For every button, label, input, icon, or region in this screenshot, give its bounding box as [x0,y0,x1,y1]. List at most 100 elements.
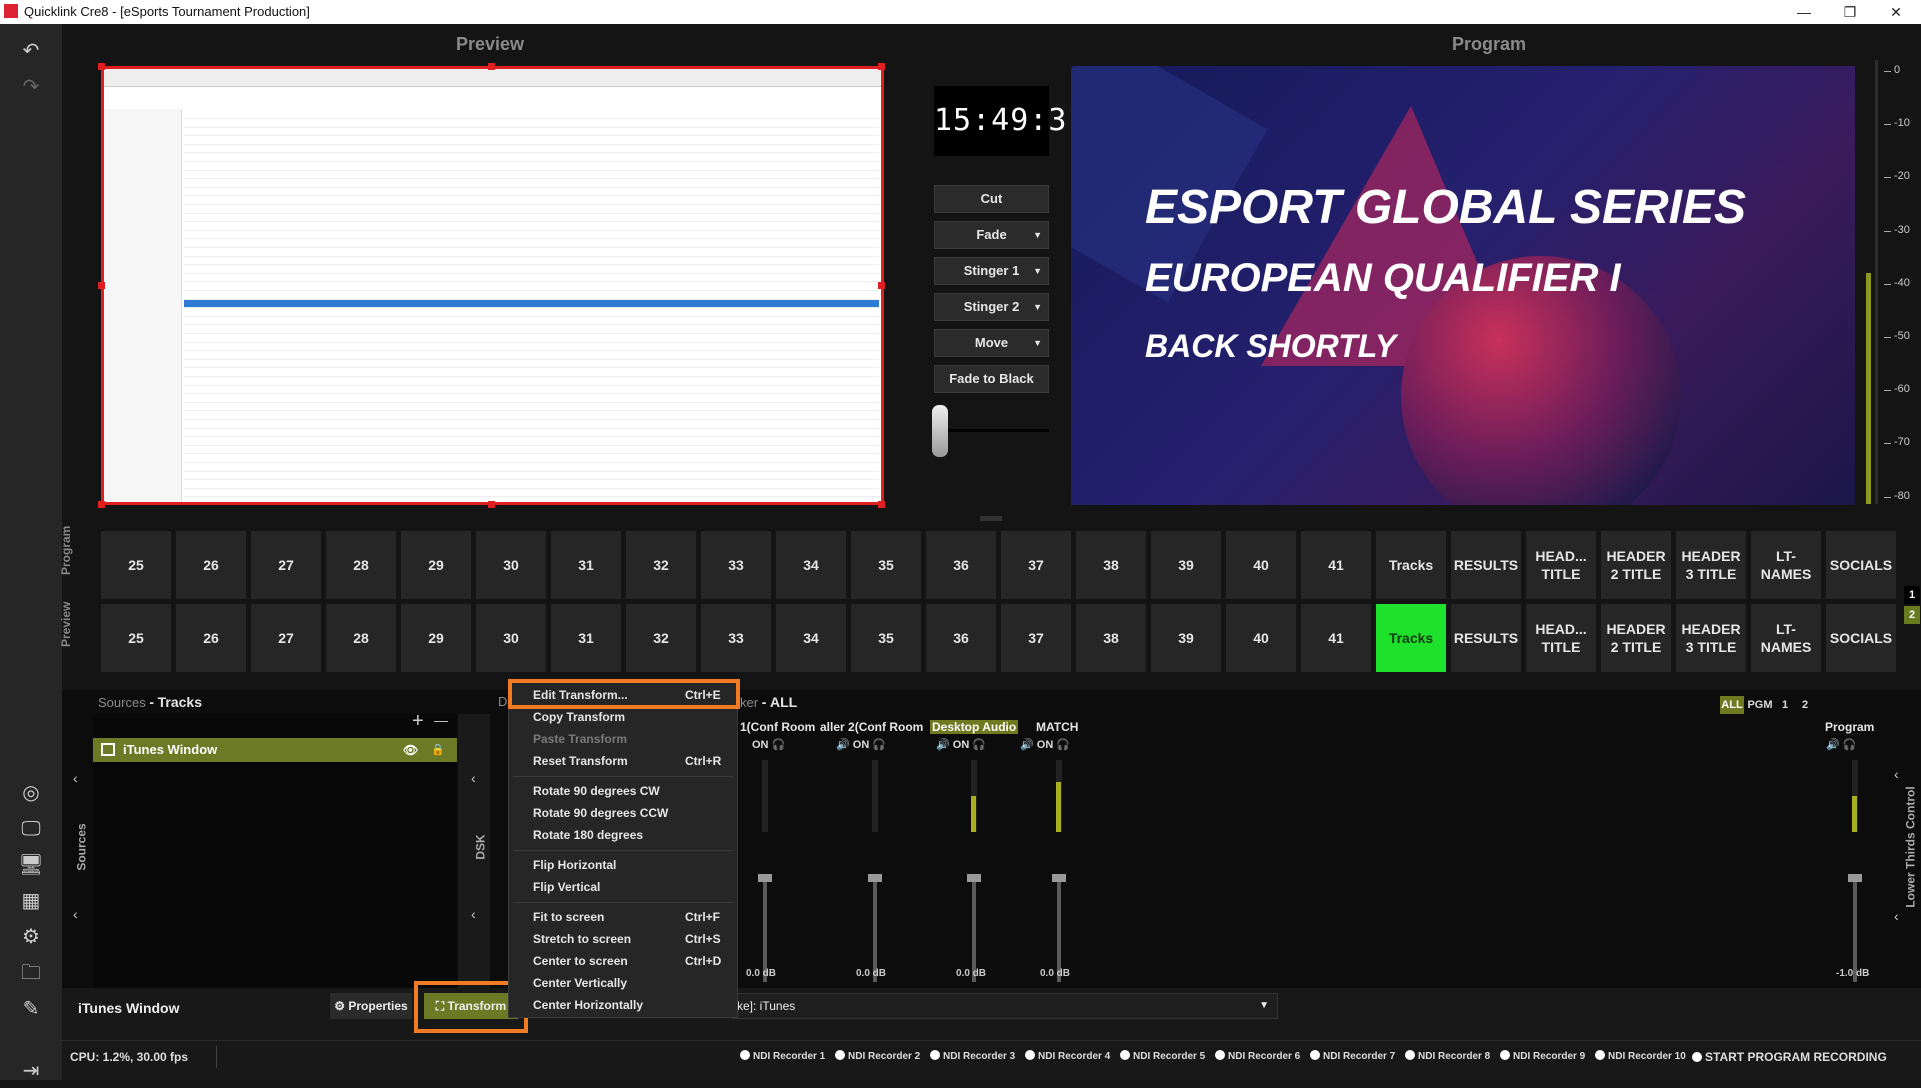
menu-item-copy-transform[interactable]: Copy Transform [533,710,625,724]
resize-handle[interactable] [98,282,105,289]
multiview-tile-program[interactable]: 27 [251,531,321,599]
multiview-tile-program[interactable]: 26 [176,531,246,599]
headphones-icon[interactable]: 🎧 [1056,739,1070,751]
multiview-tile-preview[interactable]: HEADER 3 TITLE [1676,604,1746,672]
visibility-eye-icon[interactable]: 👁 [403,738,418,762]
recorder-toggle[interactable]: NDI Recorder 3 [930,1050,1015,1062]
multiview-tile-program[interactable]: 35 [851,531,921,599]
properties-button[interactable]: ⚙ Properties [330,993,412,1019]
lock-icon[interactable]: 🔒 [431,738,445,762]
fader-knob[interactable] [758,874,772,882]
speaker-icon[interactable]: 🔊 [836,739,850,751]
multiview-tile-preview[interactable]: HEADER 2 TITLE [1601,604,1671,672]
maximize-button[interactable]: ❐ [1827,0,1873,24]
multiview-tile-program[interactable]: 39 [1151,531,1221,599]
menu-item-fit-to-screen[interactable]: Fit to screen [533,910,604,924]
dropdown-arrow-icon[interactable]: ▼ [1033,330,1042,356]
fader-knob[interactable] [1052,874,1066,882]
multiview-tile-program[interactable]: 37 [1001,531,1071,599]
fade-button[interactable]: Fade ▼ [934,221,1049,249]
stinger1-button[interactable]: Stinger 1 ▼ [934,257,1049,285]
multiview-tile-program[interactable]: 28 [326,531,396,599]
splitter-handle[interactable] [980,516,1002,521]
resize-handle[interactable] [98,501,105,508]
multiview-tile-program[interactable]: 41 [1301,531,1371,599]
multiview-tile-program[interactable]: HEADER 2 TITLE [1601,531,1671,599]
menu-item-center-to-screen[interactable]: Center to screen [533,954,628,968]
multiview-tile-preview[interactable]: RESULTS [1451,604,1521,672]
dropdown-arrow-icon[interactable]: ▼ [1033,258,1042,284]
recorder-toggle[interactable]: NDI Recorder 2 [835,1050,920,1062]
chevron-down-icon[interactable]: ▼ [1259,1000,1269,1011]
undo-icon[interactable]: ↶ [0,34,62,68]
multiview-tile-program[interactable]: 36 [926,531,996,599]
files-icon[interactable]: 🗀 [0,956,62,990]
recorder-toggle[interactable]: NDI Recorder 7 [1310,1050,1395,1062]
on-toggle[interactable]: ON [752,739,769,751]
multiview-tile-program[interactable]: 30 [476,531,546,599]
multiview-tile-program[interactable]: 34 [776,531,846,599]
settings-icon[interactable]: ⚙ [0,920,62,954]
multiview-tile-preview[interactable]: 30 [476,604,546,672]
recorder-toggle[interactable]: NDI Recorder 10 [1595,1050,1686,1062]
multiview-tile-preview[interactable]: 29 [401,604,471,672]
multiview-tile-program[interactable]: HEADER 3 TITLE [1676,531,1746,599]
headphones-icon[interactable]: 🎧 [772,739,786,751]
lower-thirds-collapse-icon[interactable]: ‹ [1894,908,1899,924]
multiview-tile-program[interactable]: SOCIALS [1826,531,1896,599]
multiview-tile-program[interactable]: RESULTS [1451,531,1521,599]
indicator-1[interactable]: 1 [1904,586,1920,604]
on-toggle[interactable]: ON [853,739,870,751]
menu-item-flip-vertical[interactable]: Flip Vertical [533,880,600,894]
multiview-tile-program[interactable]: 25 [101,531,171,599]
on-toggle[interactable]: ON [1037,739,1054,751]
multiview-tile-preview[interactable]: 27 [251,604,321,672]
dropdown-arrow-icon[interactable]: ▼ [1033,222,1042,248]
multiview-tile-preview[interactable]: 25 [101,604,171,672]
multiview-tile-preview[interactable]: 39 [1151,604,1221,672]
collapse-left-icon[interactable]: ‹ [73,906,78,922]
multiview-tile-preview[interactable]: HEAD... TITLE [1526,604,1596,672]
multiview-tile-preview[interactable]: 32 [626,604,696,672]
multiview-tile-preview[interactable]: 28 [326,604,396,672]
menu-item-rotate-ccw[interactable]: Rotate 90 degrees CCW [533,806,668,820]
recorder-toggle[interactable]: NDI Recorder 8 [1405,1050,1490,1062]
multiview-tile-program[interactable]: 38 [1076,531,1146,599]
speaker-icon[interactable]: 🔊 [1826,739,1840,751]
collapse-left-icon[interactable]: ‹ [73,770,78,786]
start-recording-button[interactable]: START PROGRAM RECORDING [1692,1050,1887,1064]
monitor-icon[interactable]: 🖵 [0,812,62,846]
tools-icon[interactable]: ✎ [0,992,62,1026]
headphones-icon[interactable]: 🎧 [872,739,886,751]
preview-source-itunes-window[interactable] [101,66,884,505]
lower-thirds-collapse-icon[interactable]: ‹ [1894,766,1899,782]
multiview-tile-program[interactable]: 40 [1226,531,1296,599]
move-button[interactable]: Move ▼ [934,329,1049,357]
multiview-tile-program[interactable]: LT- NAMES [1751,531,1821,599]
menu-item-center-horizontally[interactable]: Center Horizontally [533,998,643,1012]
multiview-tile-preview[interactable]: 31 [551,604,621,672]
close-button[interactable]: ✕ [1873,0,1919,24]
exit-icon[interactable]: ⇥ [0,1054,62,1088]
multiview-tile-preview[interactable]: LT- NAMES [1751,604,1821,672]
multiview-tile-preview[interactable]: 36 [926,604,996,672]
recorder-toggle[interactable]: NDI Recorder 9 [1500,1050,1585,1062]
fade-to-black-button[interactable]: Fade to Black [934,365,1049,393]
redo-icon[interactable]: ↷ [0,70,62,104]
grid-icon[interactable]: ▦ [0,884,62,918]
multiview-tile-program[interactable]: 29 [401,531,471,599]
multiview-tile-preview[interactable]: Tracks [1376,604,1446,672]
on-toggle[interactable]: ON [953,739,970,751]
resize-handle[interactable] [878,282,885,289]
collapse-left-icon[interactable]: ‹ [471,906,476,922]
fader-knob[interactable] [1848,874,1862,882]
menu-item-flip-horizontal[interactable]: Flip Horizontal [533,858,616,872]
headphones-icon[interactable]: 🎧 [972,739,986,751]
dropdown-arrow-icon[interactable]: ▼ [1033,294,1042,320]
fader-knob[interactable] [868,874,882,882]
fader-knob[interactable] [967,874,981,882]
multiview-tile-program[interactable]: Tracks [1376,531,1446,599]
multiview-tile-preview[interactable]: 40 [1226,604,1296,672]
speaker-icon[interactable]: 🔊 [936,739,950,751]
menu-item-center-vertically[interactable]: Center Vertically [533,976,627,990]
